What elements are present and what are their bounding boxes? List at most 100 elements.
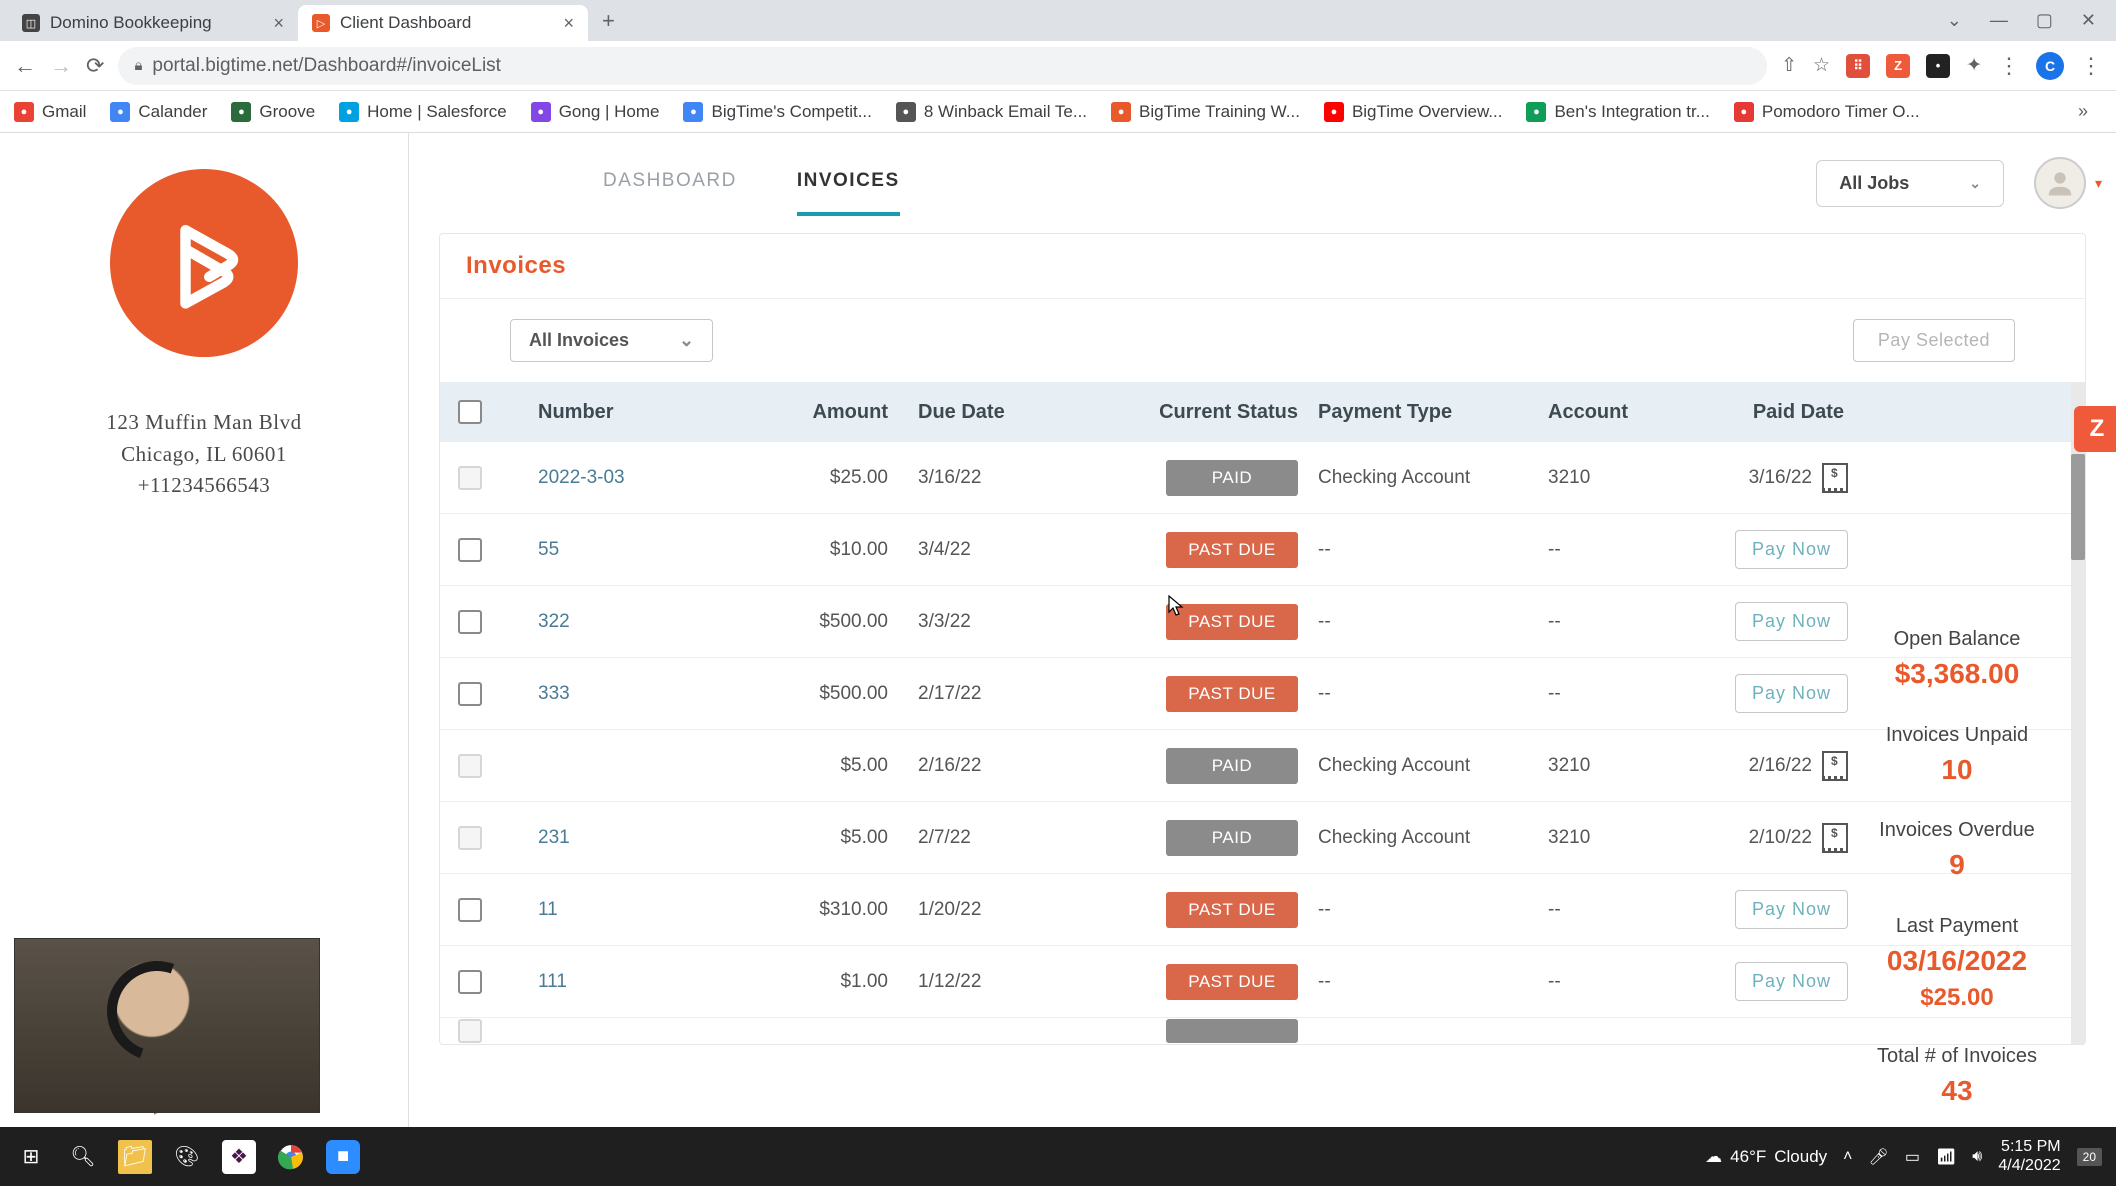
bookmark-item[interactable]: ●Gmail bbox=[14, 102, 86, 122]
status-badge: PAST DUE bbox=[1166, 532, 1298, 568]
row-checkbox[interactable] bbox=[458, 610, 482, 634]
taskbar-clock[interactable]: 5:15 PM 4/4/2022 bbox=[1998, 1138, 2060, 1175]
forward-icon[interactable]: → bbox=[50, 53, 72, 79]
cell-number[interactable]: 111 bbox=[538, 971, 768, 993]
close-tab-icon[interactable]: × bbox=[563, 13, 574, 34]
back-icon[interactable]: ← bbox=[14, 53, 36, 79]
table-row: 111$1.001/12/22PAST DUE----Pay Now bbox=[440, 946, 2071, 1018]
omnibox[interactable]: 🔒︎ portal.bigtime.net/Dashboard#/invoice… bbox=[118, 47, 1767, 85]
tab-strip: ◫ Domino Bookkeeping × ▷ Client Dashboar… bbox=[0, 0, 2116, 41]
bookmark-label: Calander bbox=[138, 102, 207, 122]
kebab-menu-icon[interactable]: ⋮ bbox=[2080, 53, 2102, 79]
reload-icon[interactable]: ⟳ bbox=[86, 53, 104, 79]
chrome-icon[interactable] bbox=[274, 1140, 308, 1174]
bookmark-item[interactable]: ●Pomodoro Timer O... bbox=[1734, 102, 1920, 122]
bookmark-item[interactable]: ●Ben's Integration tr... bbox=[1526, 102, 1709, 122]
cell-amount: $500.00 bbox=[768, 683, 918, 705]
slack-icon[interactable]: ❖ bbox=[222, 1140, 256, 1174]
col-number[interactable]: Number bbox=[538, 401, 768, 424]
profile-badge[interactable]: C bbox=[2036, 52, 2064, 80]
volume-icon[interactable]: 🔊︎ bbox=[1972, 1148, 1982, 1166]
tab-invoices[interactable]: INVOICES bbox=[797, 150, 900, 216]
col-amount[interactable]: Amount bbox=[768, 401, 918, 424]
weather-widget[interactable]: ☁ 46°F Cloudy bbox=[1705, 1147, 1827, 1167]
bookmark-item[interactable]: ●BigTime's Competit... bbox=[683, 102, 871, 122]
table-row-partial bbox=[440, 1018, 2071, 1044]
new-tab-button[interactable]: + bbox=[588, 8, 629, 34]
close-tab-icon[interactable]: × bbox=[273, 13, 284, 34]
extension-icon[interactable]: • bbox=[1926, 54, 1950, 78]
feedback-float-button[interactable]: Z bbox=[2074, 406, 2116, 452]
stats-sidebar: Open Balance $3,368.00 Invoices Unpaid 1… bbox=[1832, 305, 2082, 1138]
row-checkbox[interactable] bbox=[458, 538, 482, 562]
cell-number[interactable]: 322 bbox=[538, 611, 768, 633]
extension-icon[interactable]: ⠿ bbox=[1846, 54, 1870, 78]
extensions-puzzle-icon[interactable]: ✦ bbox=[1966, 54, 1982, 77]
col-due-date[interactable]: Due Date bbox=[918, 401, 1108, 424]
row-checkbox[interactable] bbox=[458, 898, 482, 922]
table-body: 2022-3-03$25.003/16/22PAIDChecking Accou… bbox=[440, 442, 2071, 1018]
bookmark-item[interactable]: ●Home | Salesforce bbox=[339, 102, 507, 122]
row-checkbox bbox=[458, 826, 482, 850]
app-icon[interactable]: 🎨︎ bbox=[170, 1140, 204, 1174]
cell-action: Pay Now bbox=[1678, 962, 1858, 1001]
user-avatar-menu[interactable] bbox=[2034, 157, 2086, 209]
cell-number[interactable]: 231 bbox=[538, 827, 768, 849]
cell-due-date: 1/20/22 bbox=[918, 899, 1108, 921]
bookmark-item[interactable]: ●Gong | Home bbox=[531, 102, 660, 122]
top-controls: DASHBOARD INVOICES All Jobs ⌄ bbox=[409, 133, 2116, 233]
bookmark-item[interactable]: ●Groove bbox=[231, 102, 315, 122]
cell-action: Pay Now bbox=[1678, 674, 1858, 713]
cell-number[interactable]: 333 bbox=[538, 683, 768, 705]
menu-dots-icon[interactable]: ⋮ bbox=[1998, 53, 2020, 79]
notification-count-badge[interactable]: 20 bbox=[2077, 1148, 2102, 1166]
maximize-icon[interactable]: ▢ bbox=[2036, 10, 2053, 31]
minimize-icon[interactable]: — bbox=[1990, 10, 2008, 31]
bookmark-star-icon[interactable]: ☆ bbox=[1813, 54, 1830, 77]
cell-number[interactable]: 11 bbox=[538, 899, 768, 921]
tray-chevron-icon[interactable]: ˄ bbox=[1843, 1148, 1852, 1166]
browser-tab-domino[interactable]: ◫ Domino Bookkeeping × bbox=[8, 5, 298, 41]
row-checkbox[interactable] bbox=[458, 970, 482, 994]
bookmark-item[interactable]: ●Calander bbox=[110, 102, 207, 122]
bookmarks-overflow-icon[interactable]: » bbox=[2078, 101, 2102, 122]
extension-icon[interactable]: Z bbox=[1886, 54, 1910, 78]
cell-number[interactable]: 55 bbox=[538, 539, 768, 561]
file-explorer-icon[interactable]: 📁︎ bbox=[118, 1140, 152, 1174]
col-status[interactable]: Current Status bbox=[1108, 401, 1318, 424]
bookmark-item[interactable]: ●8 Winback Email Te... bbox=[896, 102, 1087, 122]
browser-tab-client-dashboard[interactable]: ▷ Client Dashboard × bbox=[298, 5, 588, 41]
table-header: Number Amount Due Date Current Status Pa… bbox=[440, 382, 2071, 442]
share-icon[interactable]: ⇧ bbox=[1781, 54, 1797, 77]
cast-icon[interactable]: ▭ bbox=[1905, 1147, 1920, 1167]
col-account[interactable]: Account bbox=[1548, 401, 1678, 424]
company-logo bbox=[110, 169, 298, 357]
col-paid-date[interactable]: Paid Date bbox=[1678, 401, 1858, 424]
company-phone: +11234566543 bbox=[106, 470, 301, 502]
cell-due-date: 3/4/22 bbox=[918, 539, 1108, 561]
select-all-checkbox[interactable] bbox=[458, 400, 482, 424]
row-checkbox[interactable] bbox=[458, 682, 482, 706]
tab-title: Domino Bookkeeping bbox=[50, 13, 263, 33]
tab-dashboard[interactable]: DASHBOARD bbox=[603, 150, 737, 216]
close-window-icon[interactable]: ✕ bbox=[2081, 10, 2096, 31]
invoice-filter-dropdown[interactable]: All Invoices ⌄ bbox=[510, 319, 713, 362]
mic-icon[interactable]: 🎤︎ bbox=[1869, 1147, 1889, 1167]
col-payment-type[interactable]: Payment Type bbox=[1318, 401, 1548, 424]
cell-number[interactable]: 2022-3-03 bbox=[538, 467, 768, 489]
search-icon[interactable]: 🔍︎ bbox=[66, 1140, 100, 1174]
zoom-icon[interactable]: ■ bbox=[326, 1140, 360, 1174]
chevron-down-icon[interactable]: ⌄ bbox=[1947, 10, 1962, 31]
cell-due-date: 1/12/22 bbox=[918, 971, 1108, 993]
bookmark-item[interactable]: ●BigTime Training W... bbox=[1111, 102, 1300, 122]
wifi-icon[interactable]: 📶︎ bbox=[1936, 1147, 1956, 1167]
cell-payment-type: Checking Account bbox=[1318, 755, 1548, 777]
windows-taskbar: ⊞ 🔍︎ 📁︎ 🎨︎ ❖ ■ ☁ 46°F Cloudy ˄ 🎤︎ ▭ 📶︎ 🔊… bbox=[0, 1127, 2116, 1186]
bookmark-label: Home | Salesforce bbox=[367, 102, 507, 122]
cell-payment-type: -- bbox=[1318, 539, 1548, 561]
start-menu-icon[interactable]: ⊞ bbox=[14, 1140, 48, 1174]
cell-amount: $5.00 bbox=[768, 755, 918, 777]
webcam-overlay[interactable] bbox=[14, 938, 320, 1113]
jobs-filter-dropdown[interactable]: All Jobs ⌄ bbox=[1816, 160, 2004, 207]
bookmark-item[interactable]: ●BigTime Overview... bbox=[1324, 102, 1503, 122]
